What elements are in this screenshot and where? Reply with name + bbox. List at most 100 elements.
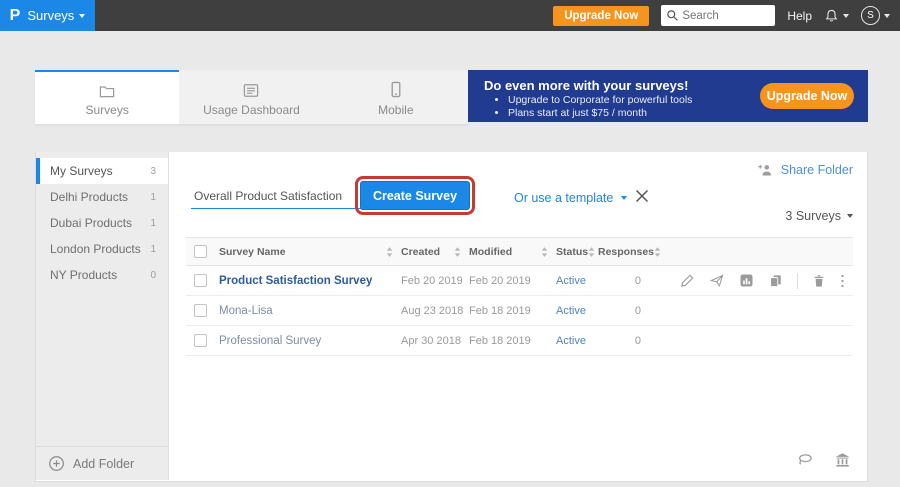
header-status: Status: [556, 246, 588, 258]
tab-usage-dashboard-label: Usage Dashboard: [203, 103, 300, 117]
top-bar: P Surveys Upgrade Now Help S: [0, 0, 900, 31]
folders-sidebar: My Surveys 3 Delhi Products 1 Dubai Prod…: [36, 152, 169, 480]
send-plane-icon[interactable]: [709, 273, 725, 288]
select-all-checkbox[interactable]: [194, 245, 207, 258]
sort-icon[interactable]: [454, 247, 461, 257]
folder-label: NY Products: [50, 268, 117, 282]
close-icon[interactable]: [633, 187, 651, 205]
bell-icon: [824, 8, 839, 24]
created-date: Apr 30 2018: [399, 335, 467, 347]
header-created: Created: [401, 246, 440, 258]
row-checkbox[interactable]: [194, 334, 207, 347]
surveys-app-menu-label: Surveys: [27, 8, 74, 23]
logo-icon: P: [10, 8, 21, 24]
avatar: S: [861, 6, 880, 25]
tab-surveys-label: Surveys: [85, 103, 128, 117]
chevron-down-icon: [79, 14, 85, 18]
created-date: Feb 20 2019: [399, 275, 467, 287]
folder-count: 3: [150, 166, 156, 177]
app-logo-menu[interactable]: P Surveys: [0, 0, 95, 31]
survey-name-input[interactable]: [191, 185, 363, 209]
tab-surveys[interactable]: Surveys: [35, 70, 179, 124]
status-text: Active: [554, 305, 598, 317]
sidebar-item-dubai-products[interactable]: Dubai Products 1: [36, 210, 168, 236]
sidebar-item-london-products[interactable]: London Products 1: [36, 236, 168, 262]
status-text: Active: [554, 335, 598, 347]
survey-name-link[interactable]: Mona-Lisa: [216, 305, 399, 317]
notifications-menu[interactable]: [824, 8, 849, 24]
folder-content: Share Folder Create Survey Or use a temp…: [169, 152, 869, 480]
survey-name-link[interactable]: Professional Survey: [216, 335, 399, 347]
sort-icon[interactable]: [541, 247, 548, 257]
tab-usage-dashboard[interactable]: Usage Dashboard: [179, 70, 323, 124]
banner-upgrade-button[interactable]: Upgrade Now: [760, 83, 854, 109]
header-responses: Responses: [598, 246, 654, 258]
analytics-chart-icon[interactable]: [739, 273, 754, 288]
folder-label: My Surveys: [50, 164, 113, 178]
account-menu[interactable]: S: [861, 6, 890, 25]
add-folder-button[interactable]: Add Folder: [36, 446, 168, 480]
create-survey-button[interactable]: Create Survey: [360, 181, 470, 210]
surveys-app-menu[interactable]: Surveys: [27, 8, 85, 23]
sidebar-item-ny-products[interactable]: NY Products 0: [36, 262, 168, 288]
survey-name-link[interactable]: Product Satisfaction Survey: [216, 275, 399, 287]
copy-icon[interactable]: [768, 273, 783, 289]
surveys-count-label: 3 Surveys: [785, 209, 841, 223]
share-folder-button[interactable]: Share Folder: [757, 162, 853, 177]
archive-bank-icon[interactable]: [834, 452, 851, 468]
tab-mobile[interactable]: Mobile: [324, 70, 468, 124]
surveys-table: Survey Name Created Modified Status Resp…: [186, 237, 853, 356]
upgrade-banner: Do even more with your surveys! Upgrade …: [468, 70, 868, 122]
sidebar-item-my-surveys[interactable]: My Surveys 3: [36, 158, 168, 184]
sort-icon[interactable]: [654, 247, 661, 257]
sidebar-item-delhi-products[interactable]: Delhi Products 1: [36, 184, 168, 210]
search-icon: [666, 9, 679, 22]
folder-count: 1: [150, 244, 156, 255]
panel-footer-icons: [796, 452, 851, 468]
search-box[interactable]: [661, 5, 775, 26]
responses-count: 0: [598, 335, 657, 347]
folder-count: 1: [150, 218, 156, 229]
folder-count: 1: [150, 192, 156, 203]
view-tabs: Surveys Usage Dashboard Mobile: [35, 70, 468, 125]
use-template-dropdown[interactable]: Or use a template: [514, 191, 627, 205]
sort-icon[interactable]: [386, 247, 393, 257]
table-row: Product Satisfaction Survey Feb 20 2019 …: [186, 266, 853, 296]
chevron-down-icon: [884, 14, 890, 18]
modified-date: Feb 18 2019: [467, 335, 554, 347]
created-date: Aug 23 2018: [399, 305, 467, 317]
folder-label: London Products: [50, 242, 141, 256]
more-options-icon[interactable]: [840, 273, 845, 289]
edit-pencil-icon[interactable]: [680, 273, 695, 288]
folder-label: Dubai Products: [50, 216, 132, 230]
folder-icon: [98, 80, 116, 98]
sort-icon[interactable]: [588, 247, 595, 257]
dashboard-icon: [242, 80, 260, 98]
add-folder-label: Add Folder: [73, 457, 134, 471]
share-person-icon: [757, 162, 774, 177]
help-link[interactable]: Help: [787, 9, 812, 23]
chevron-down-icon: [847, 214, 853, 218]
use-template-label: Or use a template: [514, 191, 613, 205]
folder-label: Delhi Products: [50, 190, 128, 204]
chevron-down-icon: [843, 14, 849, 18]
row-checkbox[interactable]: [194, 304, 207, 317]
surveys-panel: My Surveys 3 Delhi Products 1 Dubai Prod…: [35, 152, 868, 482]
header-survey-name: Survey Name: [219, 246, 286, 258]
header-modified: Modified: [469, 246, 512, 258]
topbar-right-cluster: Upgrade Now Help S: [553, 5, 900, 26]
mobile-icon: [390, 80, 402, 98]
chevron-down-icon: [621, 196, 627, 200]
delete-trash-icon[interactable]: [812, 273, 826, 289]
upgrade-now-button[interactable]: Upgrade Now: [553, 6, 649, 26]
lasso-icon[interactable]: [796, 452, 814, 468]
responses-count: 0: [598, 275, 657, 287]
modified-date: Feb 20 2019: [467, 275, 554, 287]
search-input[interactable]: [682, 10, 768, 22]
plus-circle-icon: [48, 455, 65, 472]
actions-divider: [797, 273, 798, 289]
status-text: Active: [554, 275, 598, 287]
surveys-count-dropdown[interactable]: 3 Surveys: [785, 209, 853, 223]
row-checkbox[interactable]: [194, 274, 207, 287]
responses-count: 0: [598, 305, 657, 317]
